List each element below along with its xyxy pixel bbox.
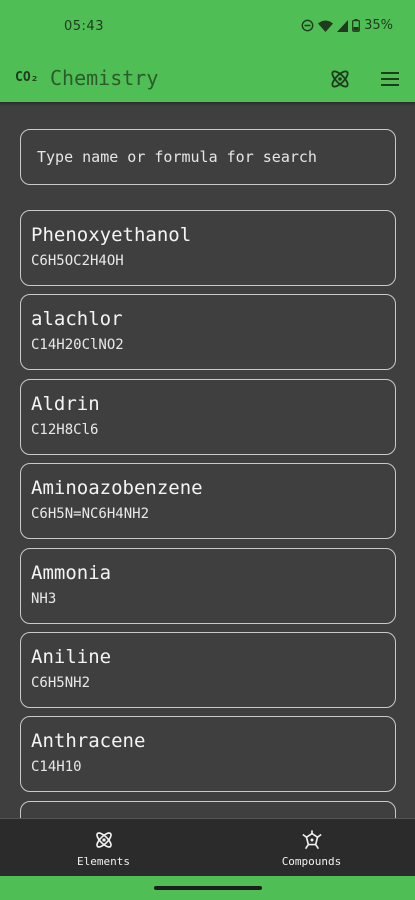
status-bar: 05:43 35% (0, 0, 415, 56)
molecule-icon (301, 829, 322, 849)
compound-formula: C12H8Cl6 (31, 421, 99, 438)
compound-card[interactable]: Aldrin C12H8Cl6 (20, 378, 396, 455)
gesture-area (0, 876, 415, 900)
compound-formula: C14H10 (31, 759, 82, 776)
compound-card[interactable]: alachlor C14H20ClNO2 (20, 294, 396, 371)
compound-formula: C6H5OC2H4OH (31, 253, 124, 269)
compound-name: alachlor (31, 308, 123, 331)
atom-icon (95, 831, 112, 848)
atom-icon[interactable] (328, 67, 352, 91)
compound-name: Aniline (31, 645, 112, 668)
wifi-icon (318, 20, 334, 32)
compound-name: Aminoazobenzene (31, 477, 203, 500)
compound-card[interactable] (20, 800, 396, 818)
bottom-nav: Elements Compounds (0, 818, 415, 876)
compound-formula: C14H20ClNO2 (31, 337, 124, 354)
nav-elements[interactable]: Elements (0, 819, 207, 877)
compound-formula: C6H5NH2 (31, 674, 91, 691)
do-not-disturb-icon (301, 19, 314, 32)
compound-card[interactable]: Phenoxyethanol C6H5OC2H4OH (20, 210, 396, 286)
compound-name: Phenoxyethanol (31, 224, 192, 246)
compound-list[interactable]: Phenoxyethanol C6H5OC2H4OH alachlor C14H… (20, 210, 396, 818)
app-bar: CO₂ Chemistry (0, 56, 415, 102)
compound-formula: C6H5N=NC6H4NH2 (31, 506, 150, 523)
nav-elements-label: Elements (77, 854, 130, 868)
nav-compounds-label: Compounds (281, 854, 342, 868)
app-logo: CO₂ (15, 70, 39, 85)
compound-card[interactable]: Aminoazobenzene C6H5N=NC6H4NH2 (20, 463, 396, 540)
menu-icon[interactable] (378, 67, 402, 91)
compound-card[interactable]: Aniline C6H5NH2 (20, 631, 396, 708)
app-title: Chemistry (50, 66, 159, 90)
battery-icon (352, 19, 360, 32)
battery-percent: 35% (364, 18, 393, 33)
compound-name: Aldrin (31, 392, 100, 415)
compound-card[interactable]: Anthracene C14H10 (20, 716, 396, 793)
search-field[interactable] (20, 129, 396, 185)
cell-signal-icon (337, 19, 349, 32)
nav-compounds[interactable]: Compounds (208, 819, 415, 877)
compound-card[interactable]: Ammonia NH3 (20, 547, 396, 624)
compound-formula: NH3 (31, 590, 57, 607)
compound-name: Anthracene (31, 730, 146, 753)
app-bar-shadow (0, 102, 415, 106)
gesture-handle[interactable] (154, 886, 262, 890)
search-input[interactable] (37, 148, 379, 166)
status-icons: 35% (301, 18, 393, 33)
compound-name: Ammonia (31, 561, 112, 584)
status-time: 05:43 (64, 19, 104, 34)
